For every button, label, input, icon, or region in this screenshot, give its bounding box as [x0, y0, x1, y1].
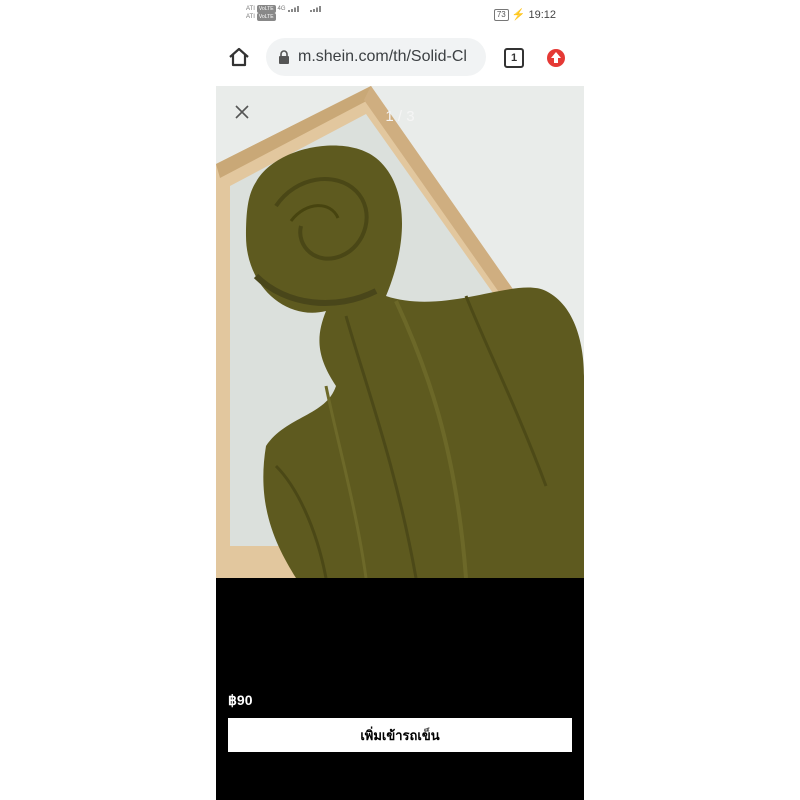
signal-icon: [287, 6, 299, 12]
purchase-panel: ฿90 เพิ่มเข้ารถเข็น: [216, 578, 584, 800]
url-text: m.shein.com/th/Solid-Cl: [298, 48, 467, 65]
volte-badge: VoLTE: [256, 13, 276, 21]
extension-icon[interactable]: [546, 48, 566, 68]
status-right: 73 ⚡ 19:12: [493, 8, 556, 21]
product-price: ฿90: [228, 692, 253, 708]
charging-icon: ⚡: [511, 9, 526, 21]
product-image-viewer[interactable]: 1 / 3: [216, 86, 584, 578]
tab-switcher-icon[interactable]: 1: [504, 48, 524, 68]
status-bar: ATI VoLTE 4G ATI VoLTE 73 ⚡ 19:12: [216, 0, 584, 28]
product-photo: [216, 86, 584, 578]
image-counter: 1 / 3: [385, 108, 415, 125]
carrier-label: ATI: [246, 14, 255, 20]
lock-icon: [279, 50, 289, 64]
signal-indicators: ATI VoLTE 4G ATI VoLTE: [246, 5, 322, 21]
carrier-label: ATI: [246, 6, 255, 12]
phone-screen: ATI VoLTE 4G ATI VoLTE 73 ⚡ 19:12 m.shei…: [216, 0, 584, 800]
home-icon[interactable]: [228, 46, 250, 68]
add-to-cart-button[interactable]: เพิ่มเข้ารถเข็น: [228, 718, 572, 752]
network-type: 4G: [277, 6, 286, 12]
address-bar[interactable]: m.shein.com/th/Solid-Cl: [266, 38, 486, 76]
signal-icon: [309, 6, 321, 12]
clock: 19:12: [528, 8, 556, 21]
browser-toolbar: m.shein.com/th/Solid-Cl 1: [216, 36, 584, 80]
volte-badge: VoLTE: [256, 5, 276, 13]
battery-icon: 73: [493, 8, 509, 21]
